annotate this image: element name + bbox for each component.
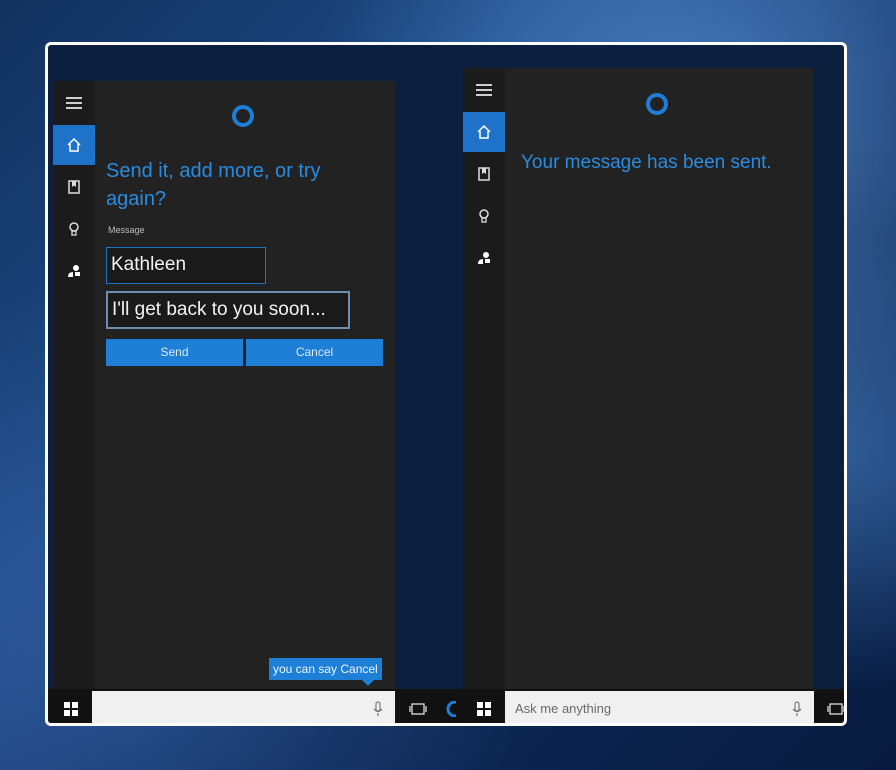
task-view-icon[interactable]	[816, 689, 844, 723]
cortana-ring-icon	[646, 93, 668, 115]
lightbulb-icon[interactable]	[463, 196, 505, 236]
task-view-icon[interactable]	[398, 689, 438, 723]
home-icon[interactable]	[53, 125, 95, 165]
cortana-panel-right: Your message has been sent.	[463, 68, 813, 692]
cancel-button[interactable]: Cancel	[246, 339, 383, 366]
hamburger-icon[interactable]	[53, 83, 95, 123]
taskbar: Ask me anything	[48, 689, 844, 723]
prompt-title: Send it, add more, or try again?	[106, 160, 321, 210]
screenshot-frame: Send it, add more, or try again? Message…	[45, 42, 847, 726]
hamburger-icon[interactable]	[463, 70, 505, 110]
search-box-left[interactable]	[92, 691, 395, 723]
microphone-icon[interactable]	[373, 701, 383, 722]
cortana-taskbar-icon[interactable]	[440, 689, 460, 723]
windows-icon[interactable]	[50, 689, 92, 723]
notebook-icon[interactable]	[53, 167, 95, 207]
message-label: Message	[108, 225, 145, 235]
search-placeholder: Ask me anything	[515, 701, 612, 716]
search-box-right[interactable]: Ask me anything	[505, 691, 814, 723]
notebook-icon[interactable]	[463, 154, 505, 194]
message-field[interactable]: I'll get back to you soon...	[106, 291, 350, 329]
cortana-ring-icon	[232, 105, 254, 127]
windows-icon[interactable]	[463, 689, 505, 723]
home-icon[interactable]	[463, 112, 505, 152]
nav-rail	[53, 81, 95, 692]
lightbulb-icon[interactable]	[53, 209, 95, 249]
voice-hint-tooltip: you can say Cancel	[269, 658, 382, 686]
cortana-panel-left: Send it, add more, or try again? Message…	[53, 81, 395, 692]
feedback-icon[interactable]	[463, 238, 505, 278]
microphone-icon[interactable]	[792, 701, 802, 722]
send-button[interactable]: Send	[106, 339, 243, 366]
feedback-icon[interactable]	[53, 251, 95, 291]
nav-rail	[463, 68, 505, 692]
recipient-field[interactable]: Kathleen	[106, 247, 266, 284]
status-message: Your message has been sent.	[521, 152, 772, 173]
